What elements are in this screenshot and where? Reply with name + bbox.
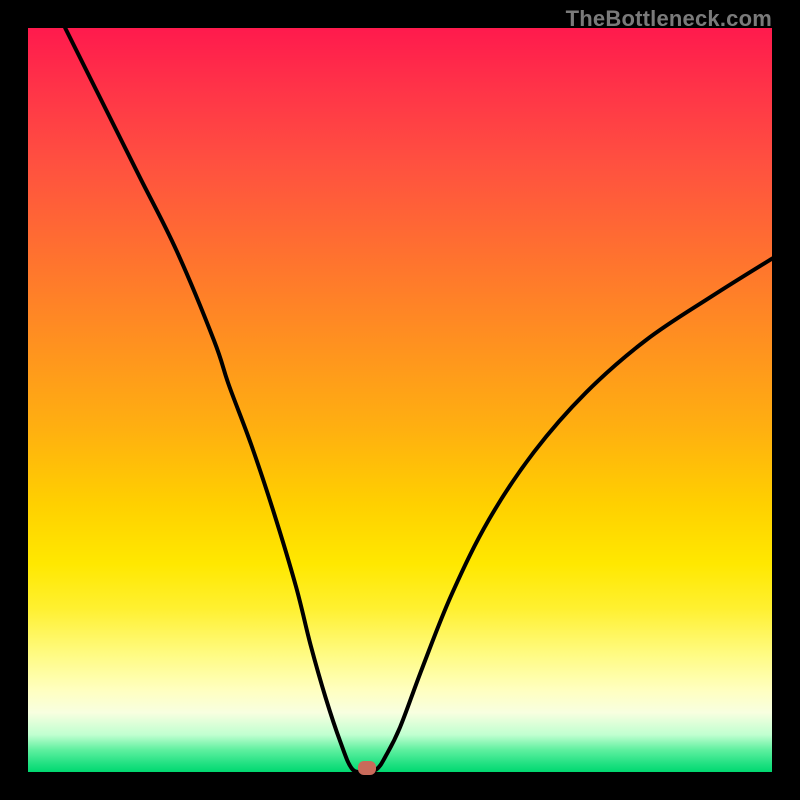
optimal-point-marker (358, 761, 376, 775)
plot-area (28, 28, 772, 772)
bottleneck-curve (28, 28, 772, 772)
chart-frame: TheBottleneck.com (0, 0, 800, 800)
